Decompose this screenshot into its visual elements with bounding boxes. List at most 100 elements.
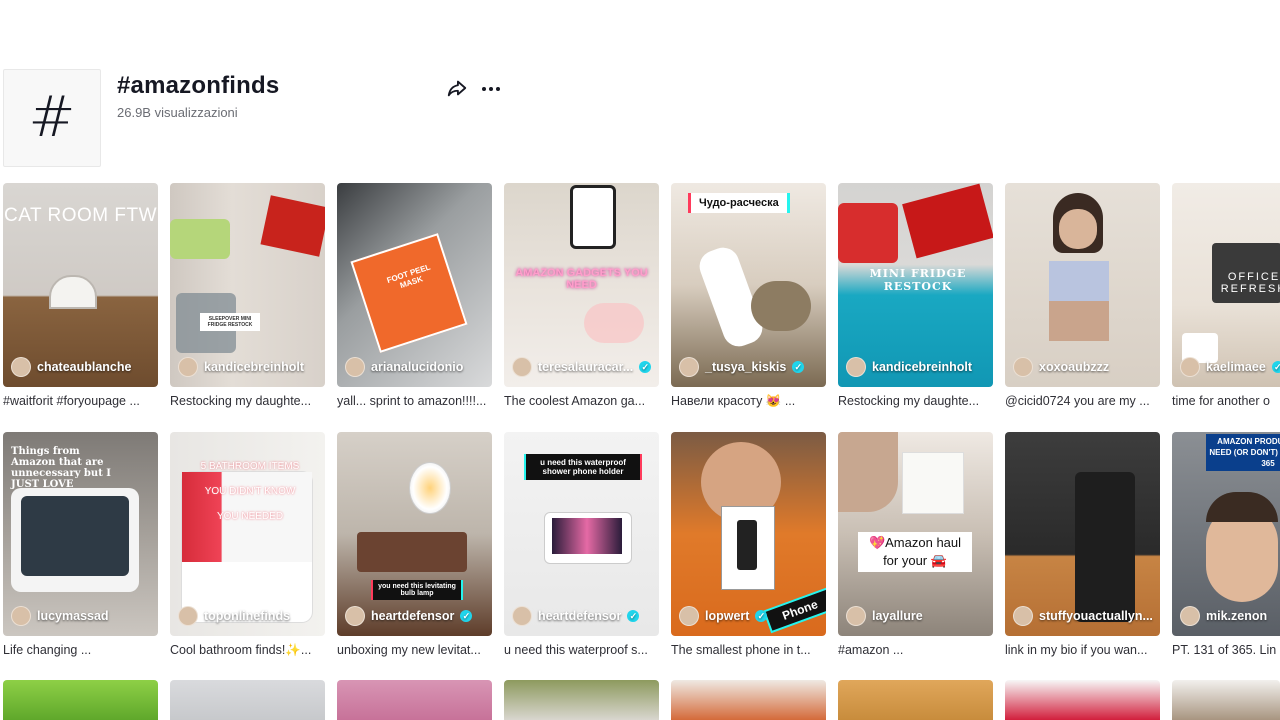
video-thumbnail[interactable] xyxy=(3,680,158,720)
video-caption[interactable]: Restocking my daughte... xyxy=(170,394,322,408)
video-author[interactable]: mik.zenon xyxy=(1180,606,1267,626)
overlay-text: OFFICE REFRESH xyxy=(1220,271,1280,295)
video-card[interactable]: 💖Amazon haul for your 🚘 layallure #amazo… xyxy=(838,432,993,657)
video-thumbnail[interactable]: AMAZON PRODUCTS YOU NEED (OR DON'T) PART… xyxy=(1172,432,1280,636)
video-caption[interactable]: #amazon ... xyxy=(838,643,990,657)
video-caption[interactable]: PT. 131 of 365. Lin xyxy=(1172,643,1280,657)
video-card[interactable]: AMAZON PRODUCTS YOU NEED (OR DON'T) PART… xyxy=(1172,432,1280,657)
video-thumbnail[interactable]: xoxoaubzzz xyxy=(1005,183,1160,387)
video-author[interactable]: layallure xyxy=(846,606,923,626)
video-thumbnail[interactable] xyxy=(671,680,826,720)
video-card[interactable]: FOOT PEEL MASK arianalucidonio yall... s… xyxy=(337,183,492,408)
video-caption[interactable]: Cool bathroom finds!✨... xyxy=(170,643,322,658)
video-caption[interactable]: u need this waterproof s... xyxy=(504,643,656,657)
video-author[interactable]: kaelimaee ✓ xyxy=(1180,357,1280,377)
overlay-text: AMAZON GADGETS YOU NEED xyxy=(515,267,648,291)
video-author[interactable]: chateaublanche xyxy=(11,357,131,377)
overlay-text: CAT ROOM FTW xyxy=(3,205,158,226)
video-thumbnail[interactable] xyxy=(504,680,659,720)
video-thumbnail[interactable] xyxy=(170,680,325,720)
video-author[interactable]: kandicebreinholt xyxy=(178,357,304,377)
video-thumbnail[interactable]: you need this levitating bulb lamp heart… xyxy=(337,432,492,636)
video-author[interactable]: kandicebreinholt xyxy=(846,357,972,377)
overlay-text: Phone xyxy=(765,589,826,631)
verified-icon: ✓ xyxy=(1271,361,1280,373)
video-author[interactable]: toponlinefinds xyxy=(178,606,290,626)
avatar xyxy=(512,606,532,626)
video-caption[interactable]: Навели красоту 😻 ... xyxy=(671,394,823,409)
video-author[interactable]: lucymassad xyxy=(11,606,109,626)
video-card[interactable]: CAT ROOM FTW chateaublanche #waitforit #… xyxy=(3,183,158,408)
video-thumbnail[interactable]: stuffyouactuallyn... xyxy=(1005,432,1160,636)
video-card[interactable]: Phone lopwert ✓ The smallest phone in t..… xyxy=(671,432,826,657)
avatar xyxy=(679,606,699,626)
video-thumbnail[interactable]: FOOT PEEL MASK arianalucidonio xyxy=(337,183,492,387)
video-card[interactable]: u need this waterproof shower phone hold… xyxy=(504,432,659,657)
video-thumbnail[interactable]: CAT ROOM FTW chateaublanche xyxy=(3,183,158,387)
video-caption[interactable]: @cicid0724 you are my ... xyxy=(1005,394,1157,408)
avatar xyxy=(1180,357,1200,377)
video-thumbnail[interactable]: AMAZON GADGETS YOU NEED teresalauracar..… xyxy=(504,183,659,387)
video-card[interactable]: xoxoaubzzz @cicid0724 you are my ... xyxy=(1005,183,1160,408)
video-author[interactable]: arianalucidonio xyxy=(345,357,463,377)
overlay-text: you need this levitating bulb lamp xyxy=(373,580,461,600)
video-card[interactable]: you need this levitating bulb lamp heart… xyxy=(337,432,492,657)
video-caption[interactable]: Restocking my daughte... xyxy=(838,394,990,408)
video-card[interactable]: OFFICE REFRESH kaelimaee✓ time for anoth… xyxy=(1172,183,1280,408)
video-thumbnail[interactable]: MINI FRIDGE RESTOCK kandicebreinholt xyxy=(838,183,993,387)
video-author[interactable]: heartdefensor ✓ xyxy=(345,606,473,626)
video-author[interactable]: _tusya_kiskis ✓ xyxy=(679,357,805,377)
avatar xyxy=(1180,606,1200,626)
verified-icon: ✓ xyxy=(792,361,805,373)
video-card[interactable]: SLEEPOVER MINI FRIDGE RESTOCK kandicebre… xyxy=(170,183,325,408)
video-thumbnail[interactable]: Things from Amazon that are unnecessary … xyxy=(3,432,158,636)
video-caption[interactable]: unboxing my new levitat... xyxy=(337,643,489,657)
video-author[interactable]: heartdefensor ✓ xyxy=(512,606,640,626)
video-card[interactable]: 5 BATHROOM ITEMS YOU DIDN'T KNOW YOU NEE… xyxy=(170,432,325,658)
video-thumbnail[interactable]: OFFICE REFRESH kaelimaee✓ xyxy=(1172,183,1280,387)
overlay-text: u need this waterproof shower phone hold… xyxy=(526,454,640,480)
video-thumbnail[interactable] xyxy=(1172,680,1280,720)
verified-icon: ✓ xyxy=(627,610,640,622)
verified-icon: ✓ xyxy=(755,610,768,622)
video-thumbnail[interactable] xyxy=(337,680,492,720)
video-author[interactable]: teresalauracar... ✓ xyxy=(512,357,652,377)
video-thumbnail[interactable]: 5 BATHROOM ITEMS YOU DIDN'T KNOW YOU NEE… xyxy=(170,432,325,636)
view-count: 26.9B visualizzazioni xyxy=(117,105,238,120)
avatar xyxy=(1013,606,1033,626)
overlay-text: 5 BATHROOM ITEMS YOU DIDN'T KNOW YOU NEE… xyxy=(200,461,300,522)
video-caption[interactable]: #waitforit #foryoupage ... xyxy=(3,394,155,408)
avatar xyxy=(178,606,198,626)
page-title: #amazonfinds xyxy=(117,72,280,99)
video-card[interactable]: Things from Amazon that are unnecessary … xyxy=(3,432,158,657)
video-card[interactable]: Чудо-расческа _tusya_kiskis ✓ Навели крас… xyxy=(671,183,826,409)
video-caption[interactable]: time for another o xyxy=(1172,394,1280,408)
avatar xyxy=(11,357,31,377)
video-author[interactable]: stuffyouactuallyn... xyxy=(1013,606,1153,626)
video-card[interactable]: MINI FRIDGE RESTOCK kandicebreinholt Res… xyxy=(838,183,993,408)
avatar xyxy=(345,606,365,626)
avatar xyxy=(178,357,198,377)
share-icon[interactable] xyxy=(446,77,470,101)
verified-icon: ✓ xyxy=(639,361,652,373)
video-thumbnail[interactable]: SLEEPOVER MINI FRIDGE RESTOCK kandicebre… xyxy=(170,183,325,387)
verified-icon: ✓ xyxy=(460,610,473,622)
video-author[interactable]: xoxoaubzzz xyxy=(1013,357,1109,377)
overlay-text: 💖Amazon haul for your 🚘 xyxy=(858,532,972,572)
video-card[interactable]: AMAZON GADGETS YOU NEED teresalauracar..… xyxy=(504,183,659,408)
video-caption[interactable]: link in my bio if you wan... xyxy=(1005,643,1157,657)
video-thumbnail[interactable] xyxy=(838,680,993,720)
video-thumbnail[interactable]: Phone lopwert ✓ xyxy=(671,432,826,636)
video-thumbnail[interactable]: Чудо-расческа _tusya_kiskis ✓ xyxy=(671,183,826,387)
video-author[interactable]: lopwert ✓ xyxy=(679,606,768,626)
overlay-text: Things from Amazon that are unnecessary … xyxy=(11,446,111,490)
video-card[interactable]: stuffyouactuallyn... link in my bio if y… xyxy=(1005,432,1160,657)
video-thumbnail[interactable]: 💖Amazon haul for your 🚘 layallure xyxy=(838,432,993,636)
more-icon[interactable] xyxy=(479,77,503,101)
video-thumbnail[interactable]: u need this waterproof shower phone hold… xyxy=(504,432,659,636)
video-caption[interactable]: The smallest phone in t... xyxy=(671,643,823,657)
video-thumbnail[interactable] xyxy=(1005,680,1160,720)
video-caption[interactable]: Life changing ... xyxy=(3,643,155,657)
video-caption[interactable]: The coolest Amazon ga... xyxy=(504,394,656,408)
video-caption[interactable]: yall... sprint to amazon!!!!... xyxy=(337,394,489,408)
